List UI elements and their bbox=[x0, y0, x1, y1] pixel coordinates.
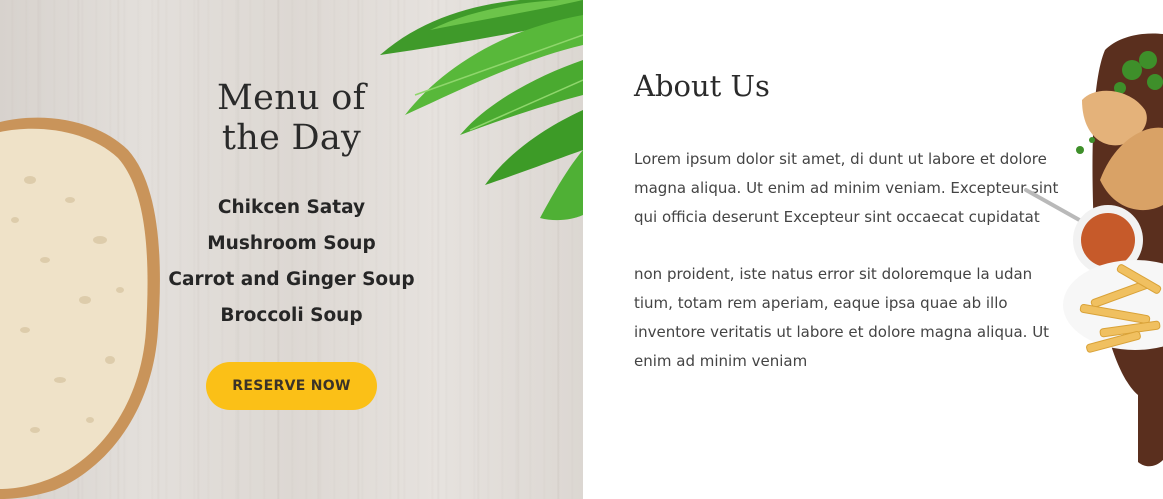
menu-title-line2: the Day bbox=[221, 118, 362, 158]
about-block: About Us Lorem ipsum dolor sit amet, di … bbox=[634, 64, 1064, 376]
menu-title-line1: Menu of bbox=[217, 78, 366, 118]
menu-title: Menu of the Day bbox=[150, 78, 433, 158]
about-paragraph: Lorem ipsum dolor sit amet, di dunt ut l… bbox=[634, 150, 1059, 226]
menu-item: Chikcen Satay bbox=[217, 197, 366, 218]
menu-item: Mushroom Soup bbox=[207, 233, 376, 254]
menu-of-the-day-section: Menu of the Day Chikcen Satay Mushroom S… bbox=[0, 0, 583, 499]
bread-slice-image bbox=[0, 117, 160, 499]
about-paragraph: non proident, iste natus error sit dolor… bbox=[634, 265, 1050, 370]
reserve-now-button[interactable]: RESERVE NOW bbox=[206, 362, 377, 410]
menu-items-list: Chikcen Satay Mushroom Soup Carrot and G… bbox=[150, 190, 433, 334]
menu-block: Menu of the Day Chikcen Satay Mushroom S… bbox=[150, 78, 433, 334]
food-platter-image bbox=[1024, 33, 1163, 467]
about-title: About Us bbox=[634, 69, 770, 103]
menu-item: Broccoli Soup bbox=[220, 305, 363, 326]
menu-item: Carrot and Ginger Soup bbox=[168, 269, 415, 290]
